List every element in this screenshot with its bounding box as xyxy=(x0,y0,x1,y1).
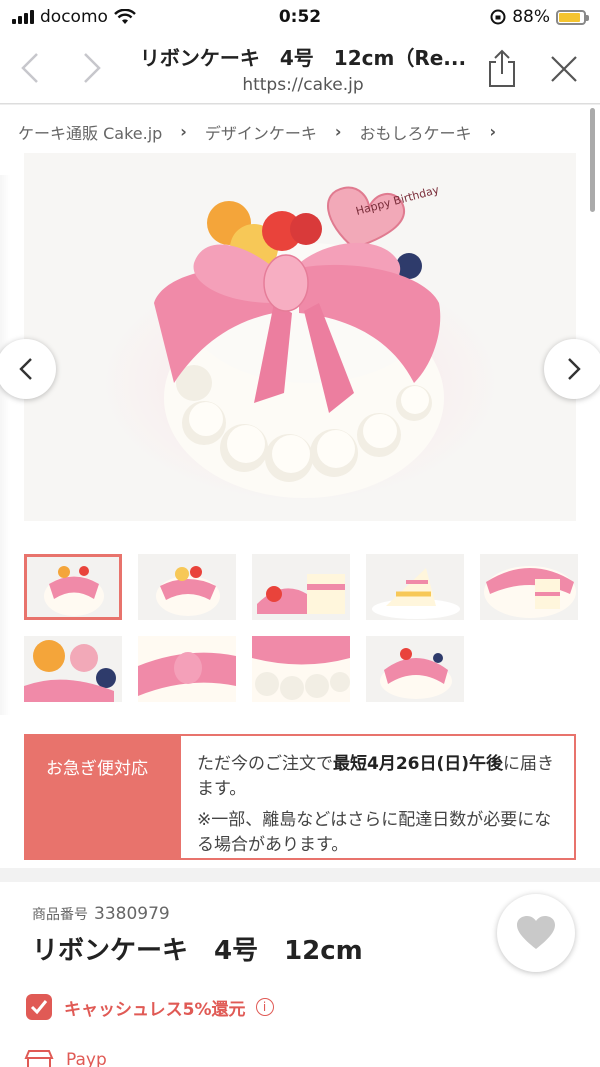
product-number-label: 商品番号 xyxy=(32,907,88,923)
chevron-right-icon: › xyxy=(489,122,497,141)
signal-icon xyxy=(12,10,34,24)
thumbnail-5[interactable] xyxy=(480,554,578,620)
thumbnail-7[interactable] xyxy=(138,636,236,702)
cashless-icon xyxy=(26,994,52,1020)
left-edge-shadow xyxy=(0,175,10,715)
clock: 0:52 xyxy=(278,7,322,27)
page-title-area[interactable]: リボンケーキ 4号 12cm（Re... https://cake.jp xyxy=(138,42,468,95)
express-label: お急ぎ便対応 xyxy=(26,736,181,858)
thumbnail-4[interactable] xyxy=(366,554,464,620)
back-button[interactable] xyxy=(8,46,52,90)
payment-text: Payp xyxy=(66,1050,107,1067)
page-title: リボンケーキ 4号 12cm（Re... xyxy=(139,46,467,70)
product-name: リボンケーキ 4号 12cm xyxy=(32,936,363,966)
section-divider xyxy=(0,868,600,882)
wifi-icon xyxy=(114,9,136,24)
thumbnail-3[interactable] xyxy=(252,554,350,620)
breadcrumb-item-funny[interactable]: おもしろケーキ xyxy=(360,120,472,144)
cashless-text: キャッシュレス5%還元 xyxy=(64,999,246,1020)
breadcrumb-item-design[interactable]: デザインケーキ xyxy=(205,120,317,144)
favorite-button[interactable] xyxy=(497,894,575,972)
battery-icon xyxy=(556,9,589,25)
heart-icon xyxy=(517,916,555,949)
thumbnail-9[interactable] xyxy=(366,636,464,702)
express-delivery-box: お急ぎ便対応 ただ今のご注文で最短4月26日(日)午後に届きます。 ※一部、離島… xyxy=(24,734,576,860)
express-date: 最短4月26日(日)午後 xyxy=(333,754,504,774)
thumbnail-8[interactable] xyxy=(252,636,350,702)
info-icon[interactable]: i xyxy=(255,998,274,1016)
battery-percent: 88% xyxy=(512,7,550,27)
express-line-prefix: ただ今のご注文で xyxy=(197,754,333,774)
cake-photo: Happy Birthday xyxy=(100,183,500,503)
product-main-image[interactable]: Happy Birthday xyxy=(24,153,576,521)
product-number-value: 3380979 xyxy=(94,904,170,924)
carrier-label: docomo xyxy=(40,7,108,27)
scrollbar[interactable] xyxy=(590,108,595,212)
share-icon[interactable] xyxy=(482,48,522,90)
cashless-badge[interactable]: キャッシュレス5%還元 i xyxy=(24,992,274,1022)
thumbnail-1[interactable] xyxy=(24,554,122,620)
chevron-right-icon xyxy=(568,358,581,380)
store-icon xyxy=(24,1050,54,1067)
browser-nav-bar: リボンケーキ 4号 12cm（Re... https://cake.jp xyxy=(0,34,600,104)
express-note: ※一部、離島などはさらに配達日数が必要になる場合があります。 xyxy=(197,810,552,855)
breadcrumb-item-home[interactable]: ケーキ通販 Cake.jp xyxy=(18,120,162,144)
product-number: 商品番号 3380979 xyxy=(32,904,170,924)
breadcrumb: ケーキ通販 Cake.jp › デザインケーキ › おもしろケーキ › xyxy=(0,104,600,158)
chevron-right-icon: › xyxy=(334,122,342,141)
chevron-right-icon xyxy=(84,53,101,83)
page-url: https://cake.jp xyxy=(242,75,364,95)
thumbnail-2[interactable] xyxy=(138,554,236,620)
chevron-left-icon xyxy=(19,358,32,380)
orientation-lock-icon xyxy=(490,9,506,25)
thumbnail-6[interactable] xyxy=(24,636,122,702)
close-icon[interactable] xyxy=(545,50,583,88)
image-next-button[interactable] xyxy=(544,339,600,399)
payment-row: Payp xyxy=(24,1050,107,1067)
chevron-left-icon xyxy=(21,53,38,83)
forward-button[interactable] xyxy=(70,46,114,90)
chevron-right-icon: › xyxy=(180,122,187,141)
express-text: ただ今のご注文で最短4月26日(日)午後に届きます。 ※一部、離島などはさらに配… xyxy=(181,736,574,858)
status-bar: docomo 0:52 88% xyxy=(0,0,600,34)
